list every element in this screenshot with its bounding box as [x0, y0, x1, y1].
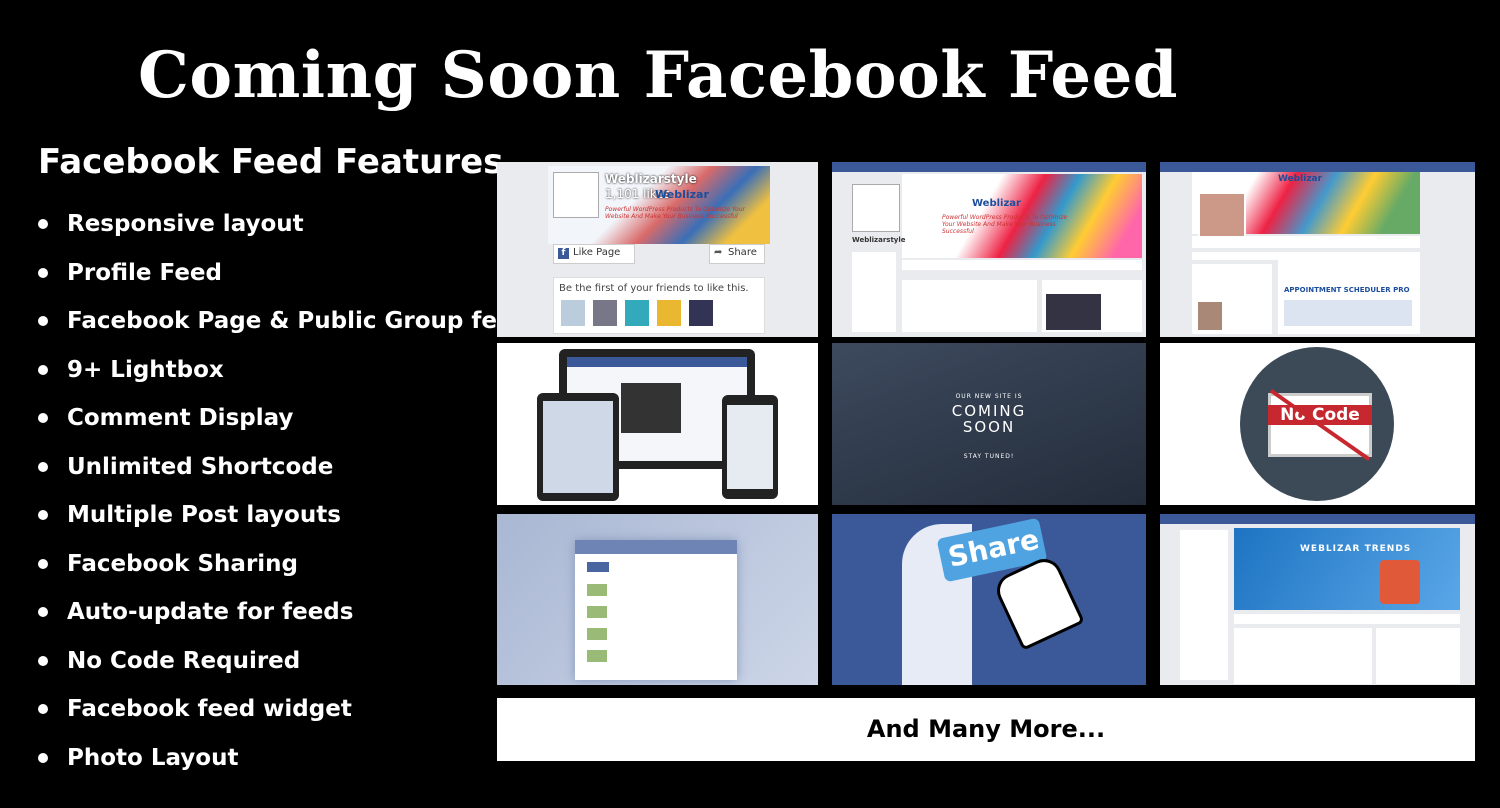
profile-page-screenshot: Weblizar Powerful WordPress Products To …	[832, 162, 1146, 337]
page-name: Weblizarstyle	[605, 172, 697, 186]
no-code-image: No Code	[1160, 343, 1475, 505]
activity-image	[497, 514, 818, 685]
feature-item: Unlimited Shortcode	[38, 443, 508, 492]
bullet-icon	[38, 219, 48, 229]
page-plugin-screenshot: Weblizarstyle 1,101 likes Weblizar Power…	[497, 162, 818, 337]
bullet-icon	[38, 364, 48, 375]
and-many-more-banner: And Many More...	[497, 698, 1475, 761]
feature-label: Auto-update for feeds	[67, 599, 354, 625]
feature-item: Comment Display	[38, 394, 508, 443]
share-label: Share	[728, 247, 757, 258]
bullet-icon	[38, 510, 48, 520]
feature-item: Photo Layout	[38, 734, 508, 783]
feature-label: 9+ Lightbox	[67, 356, 224, 383]
brand-name: Weblizar	[1278, 174, 1323, 184]
feature-label: Responsive layout	[67, 211, 304, 237]
share-icon: ➦	[714, 247, 723, 258]
coming-soon-image: OUR NEW SITE IS COMING SOON STAY TUNED!	[832, 343, 1146, 505]
bullet-icon	[38, 413, 48, 423]
feature-label: Comment Display	[67, 405, 294, 431]
feature-item: No Code Required	[38, 637, 508, 686]
share-button[interactable]: ➦ Share	[709, 244, 765, 264]
avatar	[553, 172, 599, 218]
bullet-icon	[38, 316, 48, 326]
tagline: Powerful WordPress Products To Optimize …	[605, 206, 745, 220]
feature-item: Profile Feed	[38, 249, 508, 298]
bullet-icon	[38, 461, 48, 472]
bullet-icon	[38, 655, 48, 666]
brand-name: Weblizar	[972, 198, 1021, 209]
bullet-icon	[38, 607, 48, 617]
feature-label: Facebook Sharing	[67, 550, 299, 577]
friends-text: Be the first of your friends to like thi…	[559, 283, 749, 294]
feature-item: Multiple Post layouts	[38, 491, 508, 540]
feature-label: Unlimited Shortcode	[67, 453, 334, 480]
feature-label: Profile Feed	[67, 259, 222, 286]
facebook-icon: f	[558, 248, 569, 259]
feature-item: Facebook feed widget	[38, 685, 508, 734]
timeline-screenshot: Weblizar APPOINTMENT SCHEDULER PRO	[1160, 162, 1475, 337]
like-page-label: Like Page	[573, 247, 621, 258]
avatar	[852, 184, 900, 232]
coming-soon-line2: SOON	[962, 418, 1016, 436]
feature-item: Facebook Sharing	[38, 540, 508, 589]
bullet-icon	[38, 267, 48, 278]
feature-label: Photo Layout	[67, 744, 239, 771]
feature-item: Auto-update for feeds	[38, 588, 508, 637]
feature-label: No Code Required	[67, 647, 301, 674]
coming-soon-sub: STAY TUNED!	[963, 453, 1015, 460]
coming-soon-small: OUR NEW SITE IS	[955, 393, 1023, 400]
avatar	[1198, 192, 1246, 240]
page-name: Weblizarstyle	[852, 236, 906, 244]
like-page-button[interactable]: f Like Page	[553, 244, 635, 264]
features-list: Responsive layout Profile Feed Facebook …	[38, 200, 543, 783]
brand-name: Weblizar	[655, 188, 709, 201]
tagline: Powerful WordPress Products To Optimize …	[942, 214, 1068, 235]
bullet-icon	[38, 752, 48, 763]
group-screenshot: WEBLIZAR TRENDS	[1160, 514, 1475, 685]
bullet-icon	[38, 558, 48, 569]
feature-item: Responsive layout	[38, 200, 508, 249]
bullet-icon	[38, 704, 48, 714]
features-heading: Facebook Feed Features	[38, 142, 504, 182]
feature-label: Facebook Page & Public Group feeds	[67, 308, 543, 334]
banner-title: APPOINTMENT SCHEDULER PRO	[1284, 286, 1410, 294]
share-image: Share	[832, 514, 1146, 685]
devices-image	[497, 343, 818, 505]
page-title: Coming Soon Facebook Feed	[137, 38, 1179, 113]
feature-label: Facebook feed widget	[67, 696, 352, 722]
group-title: WEBLIZAR TRENDS	[1300, 544, 1412, 554]
feature-item: Facebook Page & Public Group feeds	[38, 297, 543, 346]
feature-item: 9+ Lightbox	[38, 346, 508, 395]
feature-label: Multiple Post layouts	[67, 502, 341, 528]
